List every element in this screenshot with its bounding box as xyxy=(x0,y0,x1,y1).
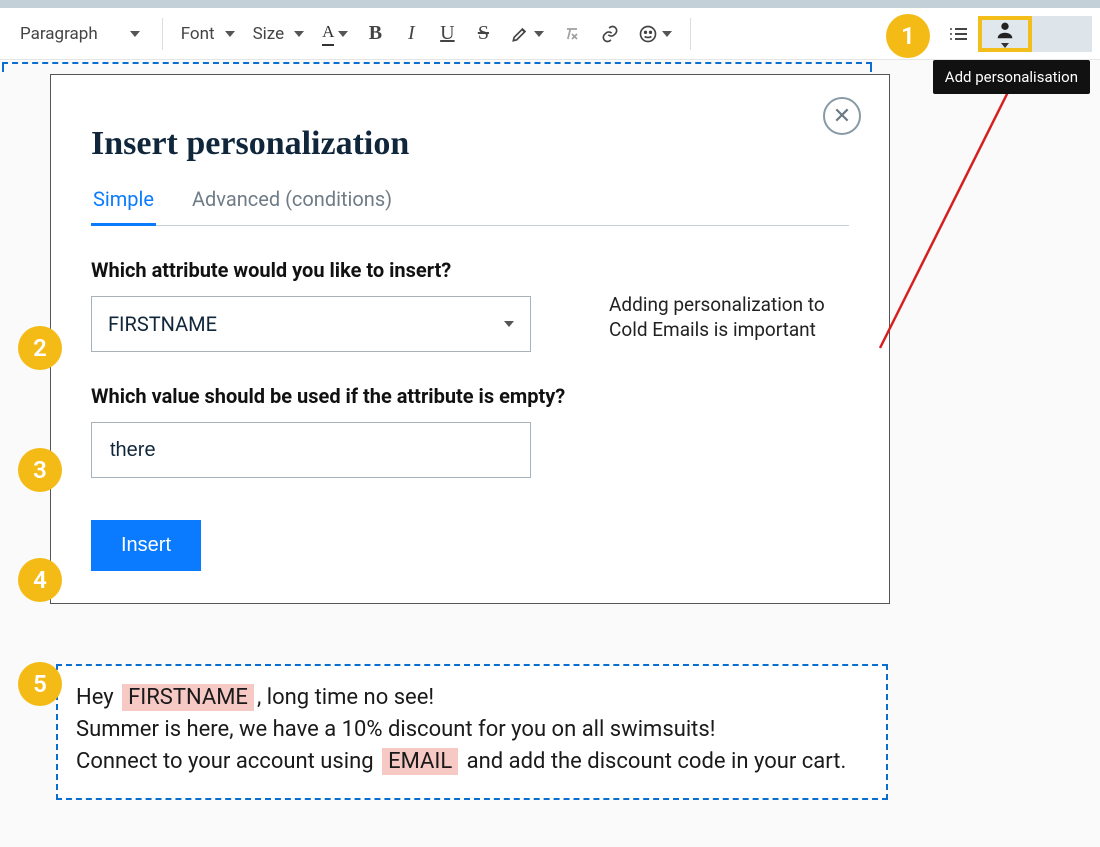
font-dropdown[interactable]: Font xyxy=(175,16,241,52)
paragraph-dropdown[interactable]: Paragraph xyxy=(8,16,150,52)
attribute-selected-value: FIRSTNAME xyxy=(108,312,217,336)
fallback-question: Which value should be used if the attrib… xyxy=(91,384,849,408)
size-dropdown[interactable]: Size xyxy=(247,16,311,52)
font-color-button[interactable]: A xyxy=(316,16,354,52)
add-personalisation-button[interactable] xyxy=(978,16,1032,52)
italic-button[interactable]: I xyxy=(396,16,426,52)
paragraph-label: Paragraph xyxy=(20,24,98,44)
tab-simple-label: Simple xyxy=(93,187,154,211)
highlight-button[interactable] xyxy=(504,16,550,52)
tooltip: Add personalisation xyxy=(933,60,1090,94)
person-icon xyxy=(994,19,1016,41)
window-top-strip xyxy=(0,0,1100,8)
strike-glyph: S xyxy=(478,22,489,45)
insert-personalization-modal: ✕ Insert personalization Simple Advanced… xyxy=(50,74,890,604)
clear-format-icon xyxy=(562,24,582,44)
text: Hey xyxy=(76,685,119,710)
size-label: Size xyxy=(253,24,285,44)
fallback-input[interactable] xyxy=(108,438,514,463)
step-marker-5: 5 xyxy=(18,662,62,706)
emoji-button[interactable] xyxy=(632,16,678,52)
step-marker-3: 3 xyxy=(18,448,62,492)
merge-tag-email[interactable]: EMAIL xyxy=(382,748,458,775)
chevron-down-icon xyxy=(294,31,304,37)
bold-glyph: B xyxy=(369,22,382,45)
toolbar-separator xyxy=(690,18,691,50)
chevron-down-icon xyxy=(130,31,140,37)
modal-title: Insert personalization xyxy=(91,125,849,163)
attribute-select[interactable]: FIRSTNAME xyxy=(91,296,531,352)
step-marker-4: 4 xyxy=(18,558,62,602)
annotation-note: Adding personalization to Cold Emails is… xyxy=(609,293,849,342)
step-marker-1: 1 xyxy=(886,14,930,58)
tab-advanced[interactable]: Advanced (conditions) xyxy=(190,181,394,226)
underline-glyph: U xyxy=(440,22,454,45)
insert-button[interactable]: Insert xyxy=(91,520,201,571)
font-label: Font xyxy=(181,24,215,44)
attribute-question: Which attribute would you like to insert… xyxy=(91,258,849,282)
text: and add the discount code in your cart. xyxy=(461,749,846,774)
chevron-down-icon xyxy=(338,31,348,37)
chevron-down-icon xyxy=(504,321,514,327)
step-marker-2: 2 xyxy=(18,326,62,370)
annotation-arrow xyxy=(870,68,1050,358)
merge-tag-firstname[interactable]: FIRSTNAME xyxy=(122,684,254,711)
italic-glyph: I xyxy=(408,22,415,45)
editor-toolbar: Paragraph Font Size A B I U S xyxy=(0,8,1100,60)
email-body-preview[interactable]: Hey FIRSTNAME, long time no see! Summer … xyxy=(56,664,888,800)
bold-button[interactable]: B xyxy=(360,16,390,52)
clear-format-button[interactable] xyxy=(556,16,588,52)
underline-button[interactable]: U xyxy=(432,16,462,52)
chevron-down-icon xyxy=(662,31,672,37)
close-icon: ✕ xyxy=(833,104,851,129)
toolbar-separator xyxy=(162,18,163,50)
editor-selection-outline xyxy=(2,62,872,72)
insert-button-label: Insert xyxy=(121,534,171,556)
close-button[interactable]: ✕ xyxy=(823,97,861,135)
tooltip-text: Add personalisation xyxy=(945,68,1078,86)
text: Connect to your account using xyxy=(76,749,379,774)
link-icon xyxy=(600,24,620,44)
chevron-down-icon xyxy=(225,31,235,37)
tab-simple[interactable]: Simple xyxy=(91,181,156,226)
preview-line-3: Connect to your account using EMAIL and … xyxy=(76,746,868,778)
insert-link-button[interactable] xyxy=(594,16,626,52)
preview-line-2: Summer is here, we have a 10% discount f… xyxy=(76,714,868,746)
list-icon xyxy=(950,28,967,40)
toolbar-trailing-area xyxy=(1032,16,1092,52)
modal-tabs: Simple Advanced (conditions) xyxy=(91,181,849,226)
strikethrough-button[interactable]: S xyxy=(468,16,498,52)
bullet-list-button[interactable] xyxy=(938,16,978,52)
text: , long time no see! xyxy=(257,685,434,710)
font-color-glyph: A xyxy=(322,22,334,46)
chevron-down-icon xyxy=(534,31,544,37)
chevron-down-icon xyxy=(1001,43,1009,48)
fallback-input-wrapper xyxy=(91,422,531,478)
emoji-icon xyxy=(638,24,658,44)
tab-advanced-label: Advanced (conditions) xyxy=(192,187,392,211)
highlighter-icon xyxy=(510,24,530,44)
preview-line-1: Hey FIRSTNAME, long time no see! xyxy=(76,682,868,714)
